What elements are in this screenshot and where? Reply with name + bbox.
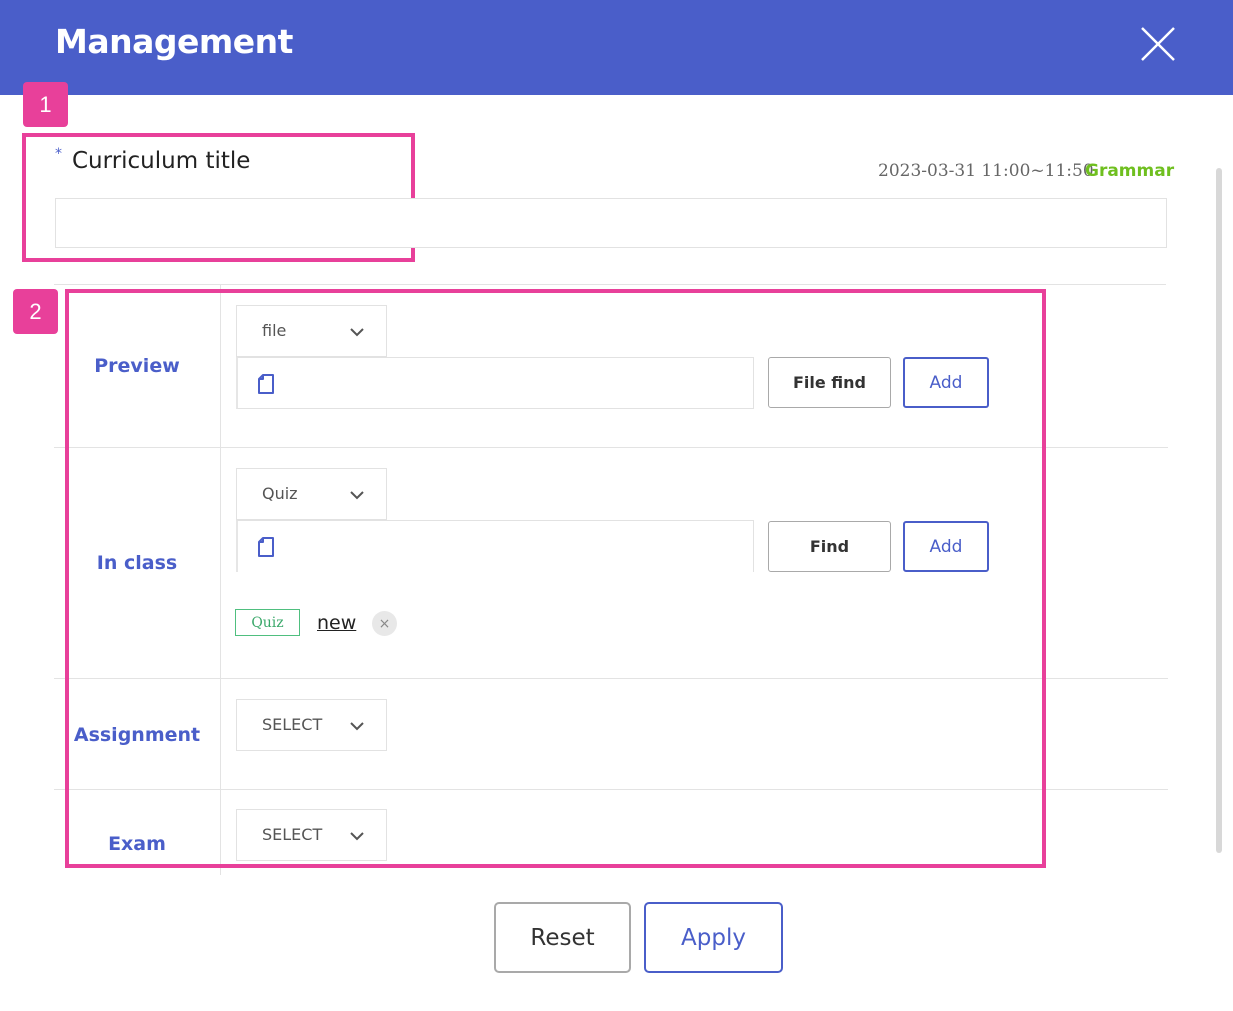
annotation-badge-1: 1 bbox=[23, 82, 68, 127]
modal-header: Management bbox=[0, 0, 1233, 95]
annotation-badge-2: 2 bbox=[13, 289, 58, 334]
scrollbar[interactable] bbox=[1216, 168, 1222, 853]
curriculum-title-label: Curriculum title bbox=[72, 148, 251, 174]
curriculum-title-input[interactable] bbox=[55, 198, 1167, 248]
close-icon[interactable] bbox=[1140, 26, 1176, 62]
subject-label: Grammar bbox=[1085, 161, 1175, 181]
annotation-box-2 bbox=[65, 289, 1046, 868]
reset-button[interactable]: Reset bbox=[494, 902, 631, 973]
apply-button[interactable]: Apply bbox=[644, 902, 783, 973]
required-mark: * bbox=[55, 146, 62, 162]
modal-title: Management bbox=[55, 22, 293, 61]
schedule-datetime: 2023-03-31 11:00~11:50 bbox=[878, 161, 1094, 181]
